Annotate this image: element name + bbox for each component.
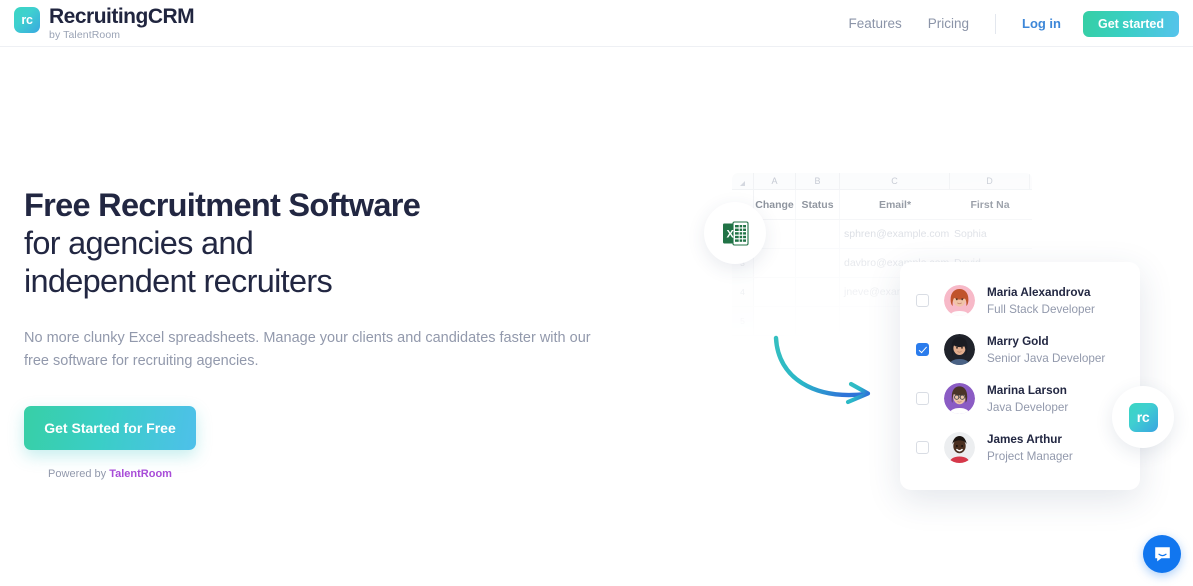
cell-email: sphren@example.com	[844, 228, 950, 240]
nav-divider	[995, 13, 996, 34]
cell-status	[796, 220, 840, 248]
avatar	[944, 334, 975, 365]
brand-name: RecruitingCRM	[49, 5, 195, 28]
candidate-checkbox[interactable]	[916, 392, 929, 405]
candidate-name: Marry Gold	[987, 334, 1049, 348]
candidate-checkbox[interactable]	[916, 294, 929, 307]
header-email: Email*	[878, 198, 912, 211]
avatar	[944, 285, 975, 316]
spreadsheet-row: 2 sphren@example.com Sophia	[732, 220, 1032, 249]
header-status: Status	[796, 190, 840, 219]
hero-section: Free Recruitment Software for agencies a…	[24, 186, 624, 480]
get-started-free-button[interactable]: Get Started for Free	[24, 406, 196, 450]
row-number: 5	[732, 307, 754, 335]
hero-heading-line-3: independent recruiters	[24, 263, 333, 299]
hero-description: No more clunky Excel spreadsheets. Manag…	[24, 330, 591, 369]
hero-heading-line-1: Free Recruitment Software	[24, 187, 421, 223]
cell-status	[796, 278, 840, 306]
page-title: Free Recruitment Software for agencies a…	[24, 186, 624, 300]
chat-bubble-icon	[1154, 546, 1170, 561]
spreadsheet-column-header-row: A B C D	[732, 173, 1032, 190]
candidate-role: Senior Java Developer	[987, 351, 1106, 365]
list-item[interactable]: Marry Gold Senior Java Developer	[900, 325, 1140, 374]
column-letter-c: C	[840, 173, 950, 189]
nav-item-pricing[interactable]: Pricing	[928, 16, 969, 31]
candidate-name: Marina Larson	[987, 383, 1067, 397]
column-letter-a: A	[754, 173, 796, 189]
site-header: rc RecruitingCRM by TalentRoom Features …	[0, 0, 1193, 47]
column-letter-b: B	[796, 173, 840, 189]
cell-status	[796, 249, 840, 277]
row-number: 4	[732, 278, 754, 306]
powered-by-label: Powered by TalentRoom	[24, 468, 196, 480]
curved-arrow-icon	[768, 330, 878, 415]
spreadsheet-header-row: Change Status Email* First Na	[732, 190, 1032, 220]
excel-icon: X	[722, 220, 749, 246]
rc-logo-icon: rc	[1128, 402, 1158, 432]
avatar	[944, 383, 975, 414]
svg-text:X: X	[726, 228, 734, 240]
candidate-role: Full Stack Developer	[987, 302, 1095, 316]
candidate-list-card: Maria Alexandrova Full Stack Developer M…	[900, 262, 1140, 490]
get-started-button[interactable]: Get started	[1083, 10, 1179, 37]
recruitingcrm-badge: rc	[1112, 386, 1174, 448]
candidate-checkbox[interactable]	[916, 441, 929, 454]
header-first-name: First Na	[970, 198, 1010, 211]
select-all-corner-icon	[732, 173, 754, 189]
powered-by-prefix: Powered by	[48, 468, 110, 480]
list-item[interactable]: Maria Alexandrova Full Stack Developer	[900, 276, 1140, 325]
login-link[interactable]: Log in	[1022, 16, 1061, 31]
candidate-role: Java Developer	[987, 400, 1069, 414]
candidate-name: Maria Alexandrova	[987, 285, 1091, 299]
hero-illustration: A B C D Change Status Email* First Na 2 …	[700, 160, 1193, 510]
cell-change	[754, 249, 796, 277]
column-letter-d: D	[950, 173, 1030, 189]
candidate-role: Project Manager	[987, 449, 1073, 463]
list-item[interactable]: James Arthur Project Manager	[900, 423, 1140, 472]
brand-logo-group[interactable]: rc RecruitingCRM by TalentRoom	[14, 5, 195, 42]
avatar	[944, 432, 975, 463]
recruitingcrm-logo-icon: rc	[14, 7, 40, 33]
nav-item-features[interactable]: Features	[848, 16, 901, 31]
candidate-name: James Arthur	[987, 432, 1062, 446]
talentroom-link[interactable]: TalentRoom	[109, 468, 172, 480]
cell-first-name: Sophia	[954, 228, 987, 240]
candidate-checkbox[interactable]	[916, 343, 929, 356]
cell-change	[754, 278, 796, 306]
list-item[interactable]: Marina Larson Java Developer	[900, 374, 1140, 423]
brand-tagline: by TalentRoom	[49, 29, 121, 41]
hero-heading-line-2: for agencies and	[24, 225, 254, 261]
main-navigation: Features Pricing Log in Get started	[822, 0, 1179, 47]
excel-badge: X	[704, 202, 766, 264]
chat-widget-button[interactable]	[1143, 535, 1181, 573]
